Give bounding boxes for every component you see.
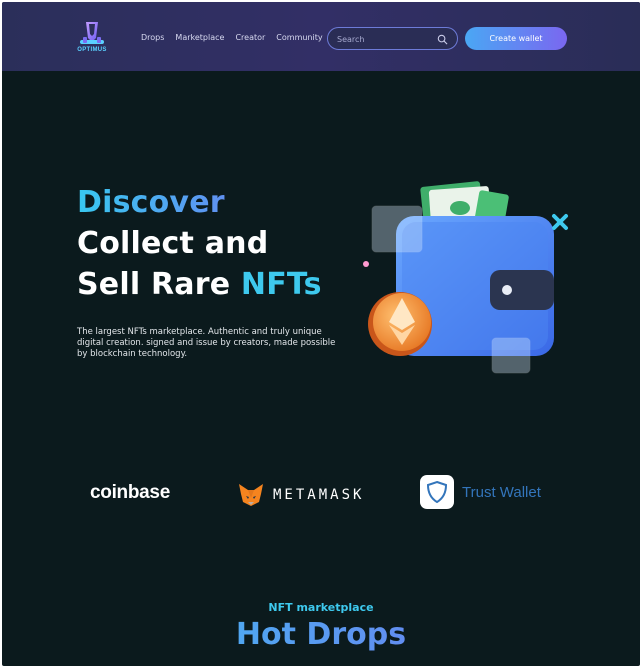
trust-wallet-logo: Trust Wallet: [420, 475, 541, 509]
page: OPTIMUS Drops Marketplace Creator Commun…: [2, 2, 640, 666]
hero-title-line3-prefix: Sell Rare: [77, 267, 241, 302]
main-nav: Drops Marketplace Creator Community: [141, 33, 334, 42]
hero-title-line2: Collect and: [77, 226, 269, 261]
section-label: NFT marketplace: [268, 601, 374, 614]
nav-marketplace[interactable]: Marketplace: [175, 33, 224, 42]
metamask-label: METAMASK: [273, 487, 365, 503]
metamask-logo: METAMASK: [237, 482, 364, 508]
coinbase-logo: coinbase: [90, 482, 170, 503]
hero-title-highlight: NFTs: [240, 267, 322, 302]
nav-creator[interactable]: Creator: [235, 33, 265, 42]
fox-icon: [239, 484, 263, 506]
hero-description: The largest NFTs marketplace. Authentic …: [77, 327, 336, 359]
shield-icon: [420, 475, 454, 509]
hero-title-line1: Discover: [77, 182, 322, 223]
trust-wallet-label: Trust Wallet: [462, 483, 541, 501]
brand-name: OPTIMUS: [77, 47, 107, 53]
hero-title-line3: Sell Rare NFTs: [77, 264, 322, 305]
search-icon[interactable]: [437, 34, 448, 45]
nav-drops[interactable]: Drops: [141, 33, 164, 42]
section-title: Hot Drops: [2, 617, 640, 652]
create-wallet-button[interactable]: Create wallet: [465, 27, 567, 50]
top-navbar: OPTIMUS Drops Marketplace Creator Commun…: [2, 2, 640, 71]
search-input[interactable]: [337, 32, 437, 46]
hero-title: Discover Collect and Sell Rare NFTs: [77, 182, 322, 305]
nav-community[interactable]: Community: [276, 33, 322, 42]
wallet-illustration-icon: [363, 181, 568, 374]
search-box: [327, 27, 458, 50]
